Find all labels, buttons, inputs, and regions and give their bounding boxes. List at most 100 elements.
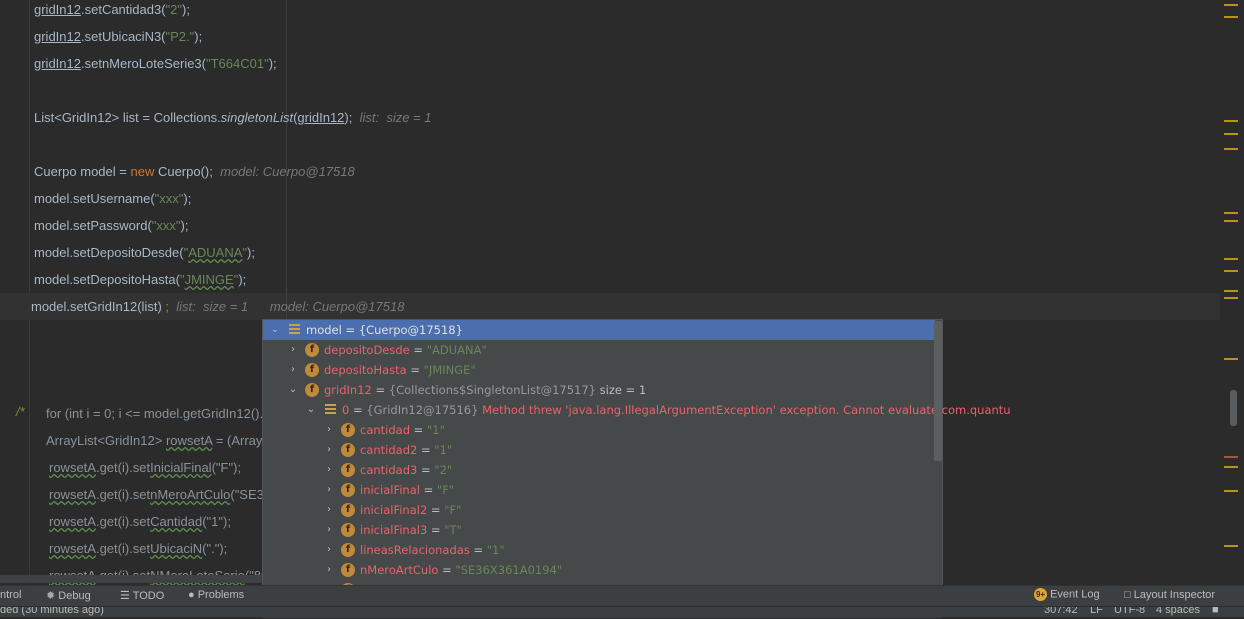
code-line: Cuerpo model = new Cuerpo(); model: Cuer… bbox=[34, 164, 355, 179]
tool-tab-problems[interactable]: ● Problems bbox=[188, 589, 244, 601]
popup-vertical-scrollbar[interactable] bbox=[934, 321, 942, 461]
node-value: "SE36X361A0194" bbox=[455, 563, 563, 577]
tree-node[interactable]: › f cantidad3 = "2" bbox=[263, 460, 933, 480]
stripe-marker[interactable] bbox=[1224, 258, 1238, 260]
field-icon: f bbox=[341, 503, 355, 517]
chevron-right-icon[interactable]: › bbox=[323, 520, 335, 540]
node-value: "1" bbox=[486, 543, 505, 557]
stripe-marker[interactable] bbox=[1224, 466, 1238, 468]
chevron-right-icon[interactable]: › bbox=[323, 560, 335, 580]
code-line: rowsetA.get(i).setInicialFinal("F"); bbox=[49, 460, 242, 475]
node-value: = {Cuerpo@17518} bbox=[341, 323, 463, 337]
stripe-marker[interactable] bbox=[1224, 220, 1238, 222]
tree-node[interactable]: › f inicialFinal2 = "F" bbox=[263, 500, 933, 520]
field-icon: f bbox=[341, 563, 355, 577]
chevron-right-icon[interactable]: › bbox=[323, 540, 335, 560]
tool-tab-todo[interactable]: ☰ TODO bbox=[120, 589, 164, 602]
node-value: "ADUANA" bbox=[426, 343, 487, 357]
stripe-marker[interactable] bbox=[1224, 4, 1238, 6]
chevron-right-icon[interactable]: › bbox=[287, 360, 299, 380]
tool-tab-event-log[interactable]: 9+ Event Log bbox=[1034, 588, 1100, 601]
node-name: inicialFinal3 bbox=[360, 523, 428, 537]
stripe-marker[interactable] bbox=[1224, 120, 1238, 122]
tree-node[interactable]: ⌄ f gridIn12 = {Collections$SingletonList@… bbox=[263, 380, 933, 400]
field-icon: f bbox=[341, 463, 355, 477]
tree-node[interactable]: › f inicialFinal = "F" bbox=[263, 480, 933, 500]
tree-node[interactable]: › f cantidad = "1" bbox=[263, 420, 933, 440]
code-line: gridIn12.setUbicaciN3("P2."); bbox=[34, 29, 203, 44]
tree-node-root[interactable]: ⌄ model = {Cuerpo@17518} bbox=[263, 320, 935, 340]
chevron-right-icon[interactable]: › bbox=[323, 440, 335, 460]
stripe-marker[interactable] bbox=[1224, 270, 1238, 272]
tree-node[interactable]: ⌄ 0 = {GridIn12@17516} Method threw 'java… bbox=[263, 400, 1011, 420]
node-eq: = bbox=[349, 403, 367, 417]
node-eq: = bbox=[417, 443, 435, 457]
node-value: "F" bbox=[444, 503, 462, 517]
code-line-current: model.setGridIn12(list) ; list: size = 1… bbox=[31, 299, 405, 314]
node-name: depositoHasta bbox=[324, 363, 407, 377]
field-icon: f bbox=[305, 343, 319, 357]
comment-marker: /* bbox=[16, 404, 25, 419]
node-name: model bbox=[306, 323, 342, 337]
layout-inspector-icon: □ bbox=[1124, 589, 1131, 601]
node-name: cantidad3 bbox=[360, 463, 418, 477]
node-value: "F" bbox=[436, 483, 455, 497]
tree-node[interactable]: › f nMeroArtCulo = "SE36X361A0194" bbox=[263, 560, 933, 580]
stripe-marker[interactable] bbox=[1224, 456, 1238, 458]
tree-node[interactable]: › f depositoHasta = "JMINGE" bbox=[263, 360, 933, 380]
stripe-marker[interactable] bbox=[1224, 297, 1238, 299]
stripe-marker[interactable] bbox=[1224, 545, 1238, 547]
indent-setting[interactable]: 4 spaces bbox=[1156, 607, 1200, 616]
node-name: inicialFinal2 bbox=[360, 503, 428, 517]
stripe-marker[interactable] bbox=[1224, 290, 1238, 292]
stripe-marker[interactable] bbox=[1224, 490, 1238, 492]
chevron-down-icon[interactable]: ⌄ bbox=[305, 400, 317, 420]
editor-horizontal-scrollbar[interactable] bbox=[0, 575, 262, 583]
code-line: ArrayList<GridIn12> rowsetA = (ArrayL bbox=[46, 433, 270, 448]
tree-node[interactable]: › f cantidad2 = "1" bbox=[263, 440, 933, 460]
tree-node[interactable]: › f inicialFinal3 = "T" bbox=[263, 520, 933, 540]
chevron-down-icon[interactable]: ⌄ bbox=[287, 380, 299, 400]
chevron-right-icon[interactable]: › bbox=[323, 480, 335, 500]
code-line: rowsetA.get(i).setUbicaciN("."); bbox=[49, 541, 228, 556]
notification-badge: 9+ bbox=[1034, 588, 1047, 601]
debug-value-popup[interactable]: ⌄ model = {Cuerpo@17518} › f depositoDesde… bbox=[262, 319, 1011, 619]
node-eq: = bbox=[469, 543, 487, 557]
tree-node[interactable]: › f lineasRelacionadas = "1" bbox=[263, 540, 933, 560]
chevron-right-icon[interactable]: › bbox=[323, 460, 335, 480]
list-icon bbox=[289, 324, 300, 335]
stripe-marker[interactable] bbox=[1224, 148, 1238, 150]
field-icon: f bbox=[341, 483, 355, 497]
node-eq: = bbox=[417, 463, 435, 477]
tree-node[interactable]: › f depositoDesde = "ADUANA" bbox=[263, 340, 933, 360]
code-line: gridIn12.setCantidad3("2"); bbox=[34, 2, 190, 17]
node-value: "JMINGE" bbox=[423, 363, 476, 377]
chevron-right-icon[interactable]: › bbox=[323, 500, 335, 520]
list-icon bbox=[325, 404, 336, 415]
line-separator[interactable]: LF bbox=[1090, 607, 1103, 616]
stripe-marker[interactable] bbox=[1224, 212, 1238, 214]
field-icon: f bbox=[341, 423, 355, 437]
caret-position[interactable]: 307:42 bbox=[1044, 607, 1078, 616]
node-eq: = bbox=[406, 363, 424, 377]
file-encoding[interactable]: UTF-8 bbox=[1114, 607, 1145, 616]
tool-tab-layout-inspector[interactable]: □ Layout Inspector bbox=[1124, 589, 1215, 601]
alert-icon: ● bbox=[188, 589, 195, 601]
stripe-marker[interactable] bbox=[1224, 16, 1238, 18]
stripe-marker[interactable] bbox=[1224, 133, 1238, 135]
chevron-right-icon[interactable]: › bbox=[287, 340, 299, 360]
lock-icon[interactable]: ■ bbox=[1212, 607, 1219, 616]
chevron-down-icon[interactable]: ⌄ bbox=[269, 320, 281, 340]
node-name: inicialFinal bbox=[360, 483, 420, 497]
tool-tab-debug[interactable]: ✹ Debug bbox=[46, 589, 91, 602]
error-stripe[interactable] bbox=[1222, 0, 1244, 585]
vertical-scrollbar-thumb[interactable] bbox=[1230, 390, 1237, 426]
chevron-right-icon[interactable]: › bbox=[323, 420, 335, 440]
tool-tab-version-control[interactable]: ntrol bbox=[0, 589, 21, 601]
node-name: cantidad2 bbox=[360, 443, 418, 457]
stripe-marker[interactable] bbox=[1224, 358, 1238, 360]
node-value: "1" bbox=[426, 423, 445, 437]
node-name: cantidad bbox=[360, 423, 411, 437]
node-name: gridIn12 bbox=[324, 383, 372, 397]
status-message: ded (30 minutes ago) bbox=[0, 606, 104, 616]
